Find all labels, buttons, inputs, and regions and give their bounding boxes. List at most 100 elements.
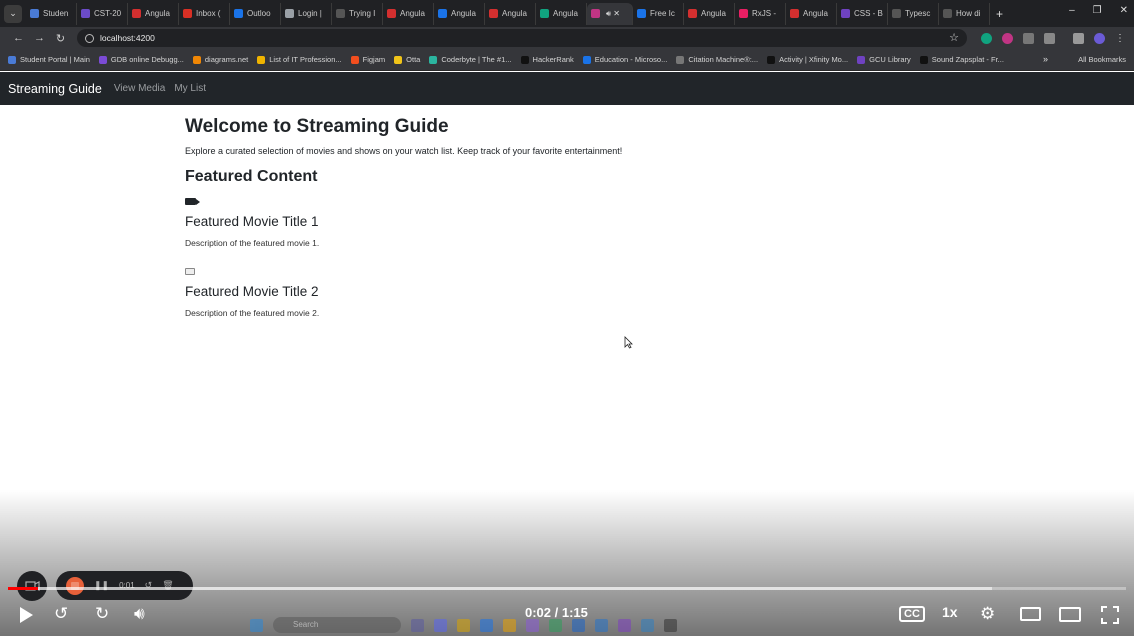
extension-icon[interactable]: [1002, 32, 1013, 44]
reload-icon[interactable]: ↻: [50, 32, 71, 45]
app-icon[interactable]: [549, 618, 562, 632]
bookmark-item[interactable]: HackerRank: [520, 55, 574, 64]
taskbar-search[interactable]: Search: [273, 617, 401, 633]
profile-avatar[interactable]: [1094, 32, 1105, 44]
chrome-icon[interactable]: [503, 618, 516, 632]
theater-mode-icon[interactable]: [1020, 607, 1041, 621]
browser-tab[interactable]: Angula: [485, 2, 536, 25]
tab-favicon-icon: [234, 9, 243, 18]
bookmark-label: HackerRank: [532, 55, 574, 64]
site-info-icon[interactable]: [85, 33, 94, 43]
browser-tab[interactable]: Free Ic: [633, 2, 684, 25]
app-icon[interactable]: [480, 618, 493, 632]
browser-tab[interactable]: Angula: [786, 2, 837, 25]
extension-icon[interactable]: [981, 32, 992, 44]
bookmark-item[interactable]: Figjam: [350, 55, 385, 64]
tab-favicon-icon: [540, 9, 549, 18]
extension-icon[interactable]: [1023, 32, 1034, 44]
browser-tab[interactable]: 🔊︎ ✕: [587, 2, 633, 25]
bookmark-item[interactable]: diagrams.net: [192, 55, 248, 64]
bookmark-item[interactable]: GCU Library: [857, 55, 911, 64]
app-icon[interactable]: [526, 618, 539, 632]
video-progress-bar[interactable]: [8, 587, 1126, 590]
close-window-icon[interactable]: ✕: [1120, 5, 1128, 16]
brand-link[interactable]: Streaming Guide: [8, 82, 102, 96]
featured-title: Featured Movie Title 2: [185, 284, 319, 299]
browser-tab[interactable]: Login |: [281, 2, 332, 25]
bookmark-favicon-icon: [919, 55, 928, 64]
bookmark-label: Sound Zapsplat - Fr...: [931, 55, 1004, 64]
app-icon[interactable]: [572, 618, 585, 632]
browser-tab[interactable]: Outloo: [230, 2, 281, 25]
browser-tab[interactable]: Inbox (: [179, 2, 230, 25]
vscode-icon[interactable]: [641, 618, 654, 632]
settings-gear-icon[interactable]: ⚙: [980, 604, 995, 624]
mouse-cursor-icon: [624, 336, 633, 349]
new-tab-icon[interactable]: +: [996, 7, 1003, 21]
bookmark-favicon-icon: [520, 55, 529, 64]
browser-tab[interactable]: Trying I: [332, 2, 383, 25]
play-icon[interactable]: [17, 606, 35, 624]
browser-tab[interactable]: Angula: [536, 2, 587, 25]
nav-view-media[interactable]: View Media: [114, 83, 166, 94]
forward-icon[interactable]: →: [29, 32, 50, 44]
playback-speed[interactable]: 1x: [942, 604, 958, 620]
side-panel-icon[interactable]: [1073, 32, 1084, 44]
bookmark-item[interactable]: Citation Machine®:...: [676, 55, 758, 64]
back-icon[interactable]: ←: [8, 32, 29, 44]
more-bookmarks-icon[interactable]: »: [1043, 54, 1048, 64]
miniplayer-icon[interactable]: [1059, 607, 1081, 622]
browser-tab[interactable]: Typesc: [888, 2, 939, 25]
browser-tab[interactable]: Angula: [128, 2, 179, 25]
browser-tab[interactable]: Angula: [434, 2, 485, 25]
extensions-puzzle-icon[interactable]: [1044, 32, 1055, 44]
bookmark-item[interactable]: GDB online Debugg...: [98, 55, 184, 64]
browser-tab[interactable]: How di: [939, 2, 990, 25]
app-icon[interactable]: [434, 618, 447, 632]
address-bar[interactable]: localhost:4200 ☆: [77, 29, 967, 47]
browser-tab[interactable]: CST-20: [77, 2, 128, 25]
bookmark-item[interactable]: Coderbyte | The #1...: [429, 55, 512, 64]
bookmark-star-icon[interactable]: ☆: [949, 31, 959, 44]
rewind-5-icon[interactable]: ↺: [54, 604, 68, 624]
bookmark-item[interactable]: List of IT Profession...: [257, 55, 342, 64]
folder-icon[interactable]: [457, 618, 470, 632]
all-bookmarks-folder[interactable]: All Bookmarks: [1078, 55, 1126, 64]
tab-audio-close-icon[interactable]: 🔊︎ ✕: [606, 9, 620, 19]
browser-tab[interactable]: Studen: [26, 2, 77, 25]
bookmark-list: Student Portal | Main GDB online Debugg..…: [8, 55, 1013, 64]
terminal-icon[interactable]: [664, 618, 677, 632]
tab-label: RxJS -: [752, 9, 776, 18]
app-icon[interactable]: [411, 618, 424, 632]
bookmark-item[interactable]: Student Portal | Main: [8, 55, 90, 64]
browser-menu-icon[interactable]: ⋮: [1115, 33, 1125, 44]
bookmark-item[interactable]: Education - Microso...: [582, 55, 667, 64]
volume-icon[interactable]: 🔊︎: [134, 604, 145, 624]
url-text: localhost:4200: [100, 33, 155, 43]
browser-tab[interactable]: Angula: [684, 2, 735, 25]
bookmark-item[interactable]: Activity | Xfinity Mo...: [767, 55, 848, 64]
captions-icon[interactable]: CC: [899, 606, 925, 622]
tab-label: Studen: [43, 9, 69, 18]
tab-label: Trying I: [349, 9, 376, 18]
minimize-icon[interactable]: –: [1069, 5, 1075, 16]
bookmark-item[interactable]: Otta: [394, 55, 420, 64]
recorder-camera-button[interactable]: [17, 571, 47, 601]
windows-start-icon[interactable]: [250, 618, 263, 632]
tab-favicon-icon: [438, 9, 447, 18]
browser-tab[interactable]: Angula: [383, 2, 434, 25]
bookmark-favicon-icon: [767, 55, 776, 64]
forward-5-icon[interactable]: ↻: [95, 604, 109, 624]
app-icon[interactable]: [595, 618, 608, 632]
tab-search-icon[interactable]: ⌄: [4, 4, 22, 23]
browser-tab[interactable]: RxJS -: [735, 2, 786, 25]
browser-tab[interactable]: CSS - B: [837, 2, 888, 25]
stop-recording-button[interactable]: [66, 576, 84, 595]
tab-favicon-icon: [489, 9, 498, 18]
browser-toolbar: ← → ↻ localhost:4200 ☆ ⋮: [0, 27, 1134, 49]
nav-my-list[interactable]: My List: [174, 83, 206, 94]
visual-studio-icon[interactable]: [618, 618, 631, 632]
restore-icon[interactable]: ❐: [1093, 5, 1102, 16]
bookmark-item[interactable]: Sound Zapsplat - Fr...: [919, 55, 1004, 64]
fullscreen-icon[interactable]: [1101, 606, 1119, 624]
